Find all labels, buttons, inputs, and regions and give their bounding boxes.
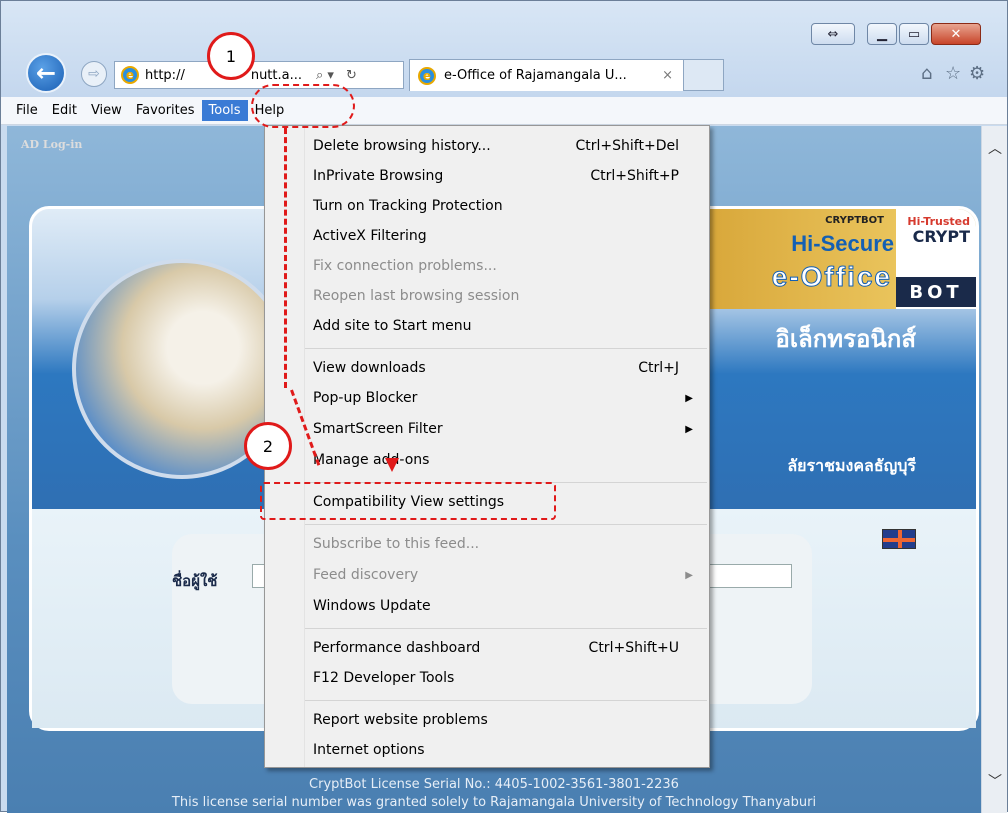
submenu-arrow-icon: ▶ bbox=[685, 423, 693, 435]
address-bar[interactable]: e http:// nutt.a... ⌕ ▾ ↻ bbox=[114, 61, 404, 89]
banner-subheading: ลัยราชมงคลธัญบุรี bbox=[787, 456, 916, 475]
menu-item-label: Add site to Start menu bbox=[313, 318, 472, 334]
ad-login-link[interactable]: AD Log-in bbox=[21, 138, 82, 151]
submenu-arrow-icon: ▶ bbox=[685, 569, 693, 581]
refresh-icon[interactable]: ↻ bbox=[346, 68, 357, 83]
menu-item-manage-addons[interactable]: Manage add-ons bbox=[265, 446, 709, 474]
menu-item-shortcut: Ctrl+J bbox=[638, 360, 679, 376]
menu-item-internet-options[interactable]: Internet options bbox=[265, 736, 709, 764]
address-suffix: nutt.a... bbox=[250, 67, 302, 83]
tab-title: e-Office of Rajamangala U... bbox=[444, 68, 627, 83]
menu-item-label: SmartScreen Filter bbox=[313, 421, 443, 437]
license-serial: CryptBot License Serial No.: 4405-1002-3… bbox=[309, 777, 679, 792]
logo-e-office: e-Office bbox=[771, 261, 892, 293]
menu-view[interactable]: View bbox=[84, 100, 129, 121]
menu-item-label: Pop-up Blocker bbox=[313, 390, 418, 406]
settings-gear-icon[interactable]: ⚙ bbox=[969, 63, 985, 84]
submenu-arrow-icon: ▶ bbox=[685, 392, 693, 404]
menu-item-label: Report website problems bbox=[313, 712, 488, 728]
menu-item-label: Delete browsing history... bbox=[313, 138, 491, 154]
menu-item-add-to-start[interactable]: Add site to Start menu bbox=[265, 312, 709, 340]
minimize-button[interactable]: ▁ bbox=[867, 23, 897, 45]
menu-item-label: Performance dashboard bbox=[313, 640, 481, 656]
menu-item-subscribe-feed: Subscribe to this feed... bbox=[265, 530, 709, 558]
menu-item-label: ActiveX Filtering bbox=[313, 228, 427, 244]
menu-separator bbox=[305, 524, 707, 525]
address-text: http:// bbox=[145, 67, 185, 83]
logo-cryptbot-badge: Hi-Trusted CRYPT BOT bbox=[896, 209, 976, 309]
menu-tools[interactable]: Tools bbox=[201, 100, 248, 121]
favorites-star-icon[interactable]: ☆ bbox=[945, 63, 961, 84]
home-icon[interactable]: ⌂ bbox=[921, 63, 932, 84]
scroll-down-icon[interactable]: ﹀ bbox=[982, 769, 1008, 793]
back-button[interactable]: ← bbox=[26, 53, 66, 93]
menu-item-label: View downloads bbox=[313, 360, 426, 376]
menu-item-f12-devtools[interactable]: F12 Developer Tools bbox=[265, 664, 709, 692]
tools-menu: Delete browsing history... Ctrl+Shift+De… bbox=[264, 125, 710, 768]
vertical-scrollbar[interactable]: ︿ ﹀ bbox=[981, 126, 1007, 813]
menu-file[interactable]: File bbox=[9, 100, 45, 121]
logo-bot: BOT bbox=[896, 277, 976, 307]
menu-separator bbox=[305, 628, 707, 629]
eoffice-logo: CRYPTBOT Hi-Secure e-Office Hi-Trusted C… bbox=[706, 209, 976, 309]
maximize-button[interactable]: ▭ bbox=[899, 23, 929, 45]
menu-item-windows-update[interactable]: Windows Update bbox=[265, 592, 709, 620]
menu-item-report-problems[interactable]: Report website problems bbox=[265, 706, 709, 734]
menu-item-shortcut: Ctrl+Shift+P bbox=[590, 168, 679, 184]
scroll-up-icon[interactable]: ︿ bbox=[982, 136, 1008, 160]
menu-item-smartscreen[interactable]: SmartScreen Filter ▶ bbox=[265, 415, 709, 443]
annotation-tools-highlight bbox=[251, 84, 355, 128]
menu-edit[interactable]: Edit bbox=[45, 100, 84, 121]
menu-item-shortcut: Ctrl+Shift+Del bbox=[575, 138, 679, 154]
menu-item-label: Reopen last browsing session bbox=[313, 288, 520, 304]
uk-flag-icon[interactable] bbox=[882, 529, 916, 549]
menu-item-label: Subscribe to this feed... bbox=[313, 536, 480, 552]
menu-item-label: F12 Developer Tools bbox=[313, 670, 455, 686]
annotation-callout-2: 2 bbox=[244, 422, 292, 470]
menu-separator bbox=[305, 700, 707, 701]
title-bar: ⇔ ▁ ▭ ✕ ← ⇨ e http:// nutt.a... ⌕ ▾ ↻ e … bbox=[1, 1, 1007, 97]
annotation-compatibility-highlight bbox=[260, 482, 556, 520]
menu-item-label: Feed discovery bbox=[313, 567, 419, 583]
new-tab-button[interactable] bbox=[684, 59, 724, 91]
tab-close-icon[interactable]: × bbox=[662, 68, 673, 83]
logo-hi-secure: Hi-Secure bbox=[791, 231, 894, 256]
annotation-callout-1: 1 bbox=[207, 32, 255, 80]
search-icon[interactable]: ⌕ ▾ bbox=[316, 68, 334, 83]
menu-bar: File Edit View Favorites Tools Help bbox=[1, 97, 1007, 125]
menu-item-label: Manage add-ons bbox=[313, 452, 430, 468]
username-label: ชื่อผู้ใช้ bbox=[172, 572, 218, 590]
menu-favorites[interactable]: Favorites bbox=[129, 100, 202, 121]
menu-item-label: Internet options bbox=[313, 742, 425, 758]
ie-icon: e bbox=[121, 66, 139, 84]
menu-item-popup-blocker[interactable]: Pop-up Blocker ▶ bbox=[265, 384, 709, 412]
license-footer: CryptBot License Serial No.: 4405-1002-3… bbox=[7, 776, 981, 812]
forward-button[interactable]: ⇨ bbox=[81, 61, 107, 87]
menu-item-label: Turn on Tracking Protection bbox=[313, 198, 503, 214]
restore-tabs-button[interactable]: ⇔ bbox=[811, 23, 855, 45]
tab-e-office[interactable]: e e-Office of Rajamangala U... × bbox=[409, 59, 684, 91]
close-button[interactable]: ✕ bbox=[931, 23, 981, 45]
menu-item-activex-filtering[interactable]: ActiveX Filtering bbox=[265, 222, 709, 250]
logo-cryptbot-text: CRYPTBOT bbox=[825, 215, 884, 226]
menu-item-reopen-session: Reopen last browsing session bbox=[265, 282, 709, 310]
license-note: This license serial number was granted s… bbox=[171, 795, 817, 810]
menu-item-tracking-protection[interactable]: Turn on Tracking Protection bbox=[265, 192, 709, 220]
logo-crypt: CRYPT bbox=[912, 227, 970, 246]
menu-item-shortcut: Ctrl+Shift+U bbox=[588, 640, 679, 656]
annotation-dashed-line-vertical bbox=[284, 128, 287, 388]
menu-item-label: InPrivate Browsing bbox=[313, 168, 444, 184]
banner-heading: อิเล็กทรอนิกส์ bbox=[775, 325, 916, 353]
menu-item-label: Fix connection problems... bbox=[313, 258, 497, 274]
tab-ie-icon: e bbox=[418, 66, 436, 85]
menu-item-inprivate[interactable]: InPrivate Browsing Ctrl+Shift+P bbox=[265, 162, 709, 190]
menu-item-delete-history[interactable]: Delete browsing history... Ctrl+Shift+De… bbox=[265, 132, 709, 160]
menu-item-fix-connection: Fix connection problems... bbox=[265, 252, 709, 280]
menu-item-performance-dashboard[interactable]: Performance dashboard Ctrl+Shift+U bbox=[265, 634, 709, 662]
menu-item-feed-discovery: Feed discovery ▶ bbox=[265, 561, 709, 589]
menu-separator bbox=[305, 348, 707, 349]
menu-item-label: Windows Update bbox=[313, 598, 431, 614]
menu-item-view-downloads[interactable]: View downloads Ctrl+J bbox=[265, 354, 709, 382]
annotation-arrowhead bbox=[385, 458, 399, 472]
